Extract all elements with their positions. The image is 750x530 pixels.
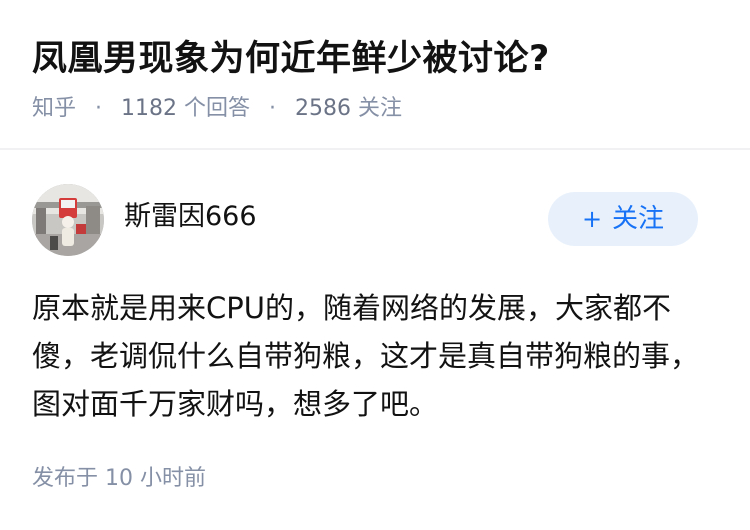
answer-author: 斯雷因666 + 关注 <box>32 184 718 256</box>
question-meta: 知乎 · 1182 个回答 · 2586 关注 <box>32 92 402 126</box>
avatar[interactable] <box>32 184 104 256</box>
answer-count: 1182 <box>121 96 178 121</box>
follower-count-label: 关注 <box>358 96 403 121</box>
source-label[interactable]: 知乎 <box>32 96 76 121</box>
author-name[interactable]: 斯雷因666 <box>124 198 257 236</box>
plus-icon: + <box>581 205 603 233</box>
answer-time: 发布于 10 小时前 <box>32 462 206 496</box>
avatar-photo-icon <box>32 184 104 256</box>
answer-content: 原本就是用来CPU的，随着网络的发展，大家都不傻，老调侃什么自带狗粮，这才是真自… <box>32 291 700 421</box>
follower-count: 2586 <box>295 96 352 121</box>
question-header: 凤凰男现象为何近年鲜少被讨论? 知乎 · 1182 个回答 · 2586 关注 <box>0 0 750 150</box>
follow-button[interactable]: + 关注 <box>548 192 698 246</box>
follow-label: 关注 <box>612 204 665 234</box>
meta-separator: · <box>269 96 277 121</box>
meta-separator: · <box>95 96 103 121</box>
published-prefix: 发布于 <box>32 466 99 491</box>
question-title[interactable]: 凤凰男现象为何近年鲜少被讨论? <box>32 34 550 84</box>
answer-count-label: 个回答 <box>184 96 251 121</box>
published-time: 10 小时前 <box>105 466 207 491</box>
